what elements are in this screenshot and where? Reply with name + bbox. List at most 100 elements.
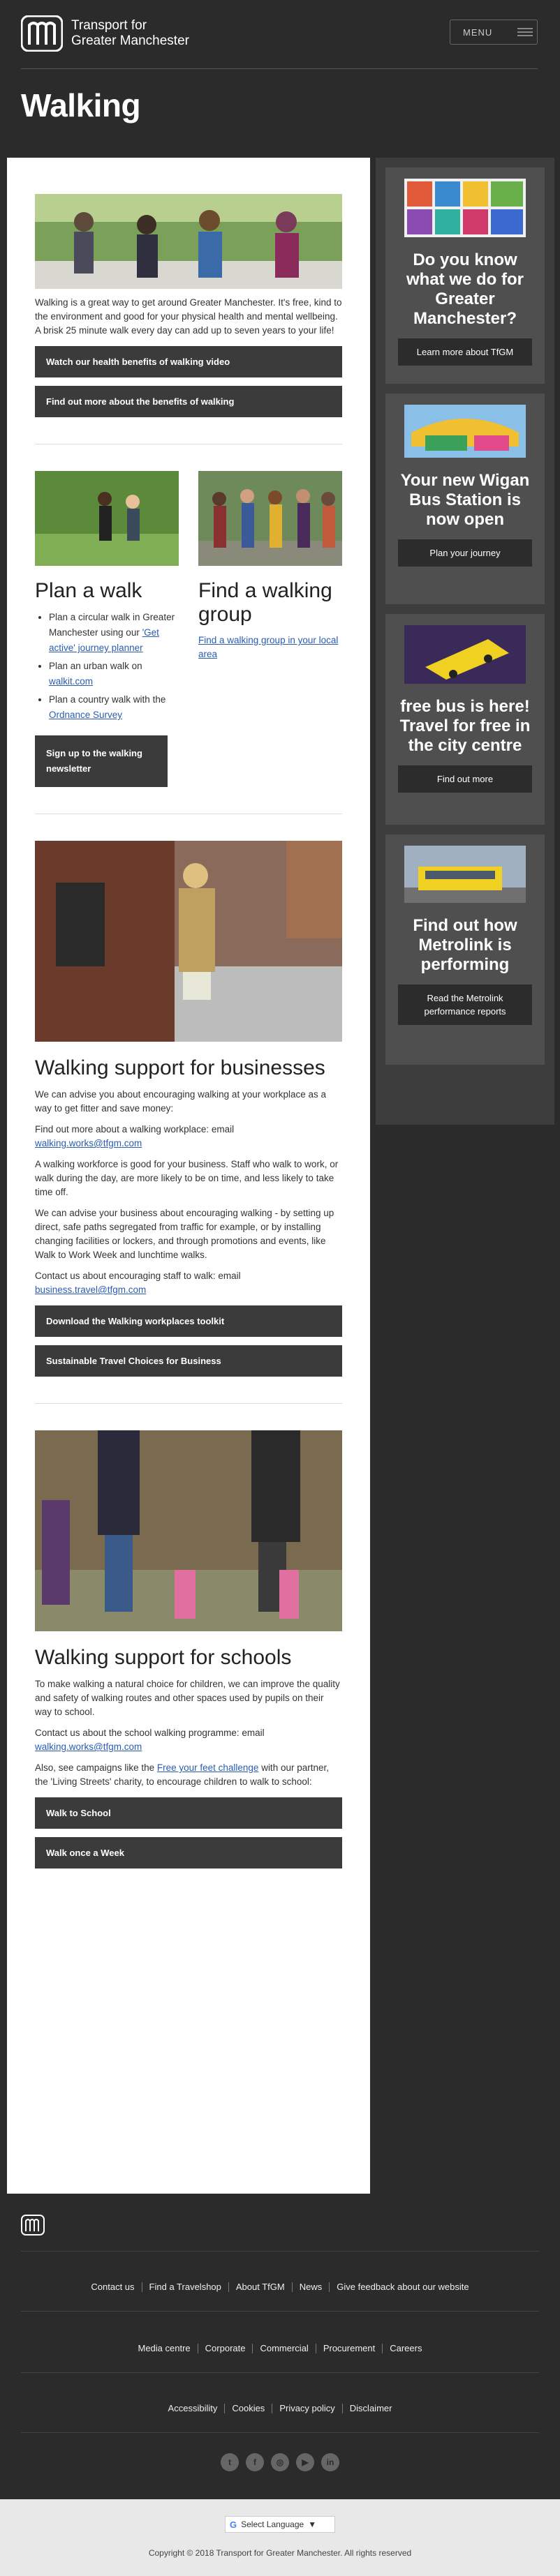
footer-divider [21, 2432, 539, 2433]
menu-button[interactable]: MENU [450, 20, 538, 45]
learn-more-tfgm-button[interactable]: Learn more about TfGM [398, 338, 532, 366]
footer-links-row-2: Media centre Corporate Commercial Procur… [0, 2343, 560, 2353]
business-paragraph: We can advise you about encouraging walk… [35, 1089, 326, 1114]
business-walker-image [35, 841, 342, 1042]
workplaces-toolkit-button[interactable]: Download the Walking workplaces toolkit [35, 1305, 342, 1337]
free-your-feet-link[interactable]: Free your feet challenge [157, 1762, 259, 1773]
paragraph-text: Find out more about a walking workplace:… [35, 1124, 235, 1135]
twitter-icon[interactable]: t [221, 2453, 239, 2471]
instagram-icon[interactable]: ◎ [271, 2453, 289, 2471]
schools-paragraph: Contact us about the school walking prog… [35, 1726, 342, 1754]
list-item: Plan a circular walk in Greater Manchest… [49, 610, 179, 656]
social-links: t f ◎ ▶ in [0, 2453, 560, 2471]
brand-name: Transport for Greater Manchester [71, 18, 189, 49]
footer-link-privacy[interactable]: Privacy policy [272, 2403, 341, 2413]
brand-line-1: Transport for [71, 18, 147, 33]
walk-once-a-week-button[interactable]: Walk once a Week [35, 1837, 342, 1869]
free-bus-image [404, 625, 526, 684]
footer-link-corporate[interactable]: Corporate [198, 2343, 253, 2353]
plan-your-journey-button[interactable]: Plan your journey [398, 539, 532, 567]
footer-link-feedback[interactable]: Give feedback about our website [330, 2282, 476, 2292]
plan-group-columns: Plan a walk Plan a circular walk in Grea… [35, 471, 342, 787]
schools-email-link[interactable]: walking.works@tfgm.com [35, 1742, 142, 1752]
walking-group-link[interactable]: Find a walking group in your local area [198, 635, 338, 659]
hamburger-icon [517, 28, 533, 36]
promo-card: Do you know what we do for Greater Manch… [385, 167, 545, 384]
business-paragraph: A walking workforce is good for your bus… [35, 1159, 339, 1197]
footer-divider [21, 2311, 539, 2312]
footer-divider [21, 2372, 539, 2373]
paragraph-text: Also, see campaigns like the [35, 1762, 157, 1773]
youtube-icon[interactable]: ▶ [296, 2453, 314, 2471]
tfgm-promo-image [404, 179, 526, 237]
promo-title: Your new Wigan Bus Station is now open [400, 471, 530, 529]
footer-link-commercial[interactable]: Commercial [253, 2343, 315, 2353]
header-divider [21, 68, 538, 69]
walkers-park-image [35, 194, 342, 289]
walking-group-image [198, 471, 342, 566]
language-select[interactable]: G Select Language ▼ [225, 2516, 335, 2533]
menu-label: MENU [463, 27, 493, 38]
footer-link-procurement[interactable]: Procurement [316, 2343, 382, 2353]
promo-card: free bus is here! Travel for free in the… [385, 614, 545, 825]
wigan-bus-station-image [404, 405, 526, 458]
paragraph-text: Contact us about the school walking prog… [35, 1728, 265, 1738]
footer-link-media[interactable]: Media centre [131, 2343, 198, 2353]
find-out-more-button[interactable]: Find out more [398, 765, 532, 793]
footer-link-careers[interactable]: Careers [383, 2343, 429, 2353]
tfgm-footer-logo-icon[interactable] [21, 2215, 45, 2236]
promo-title: Find out how Metrolink is performing [413, 916, 517, 974]
plan-walk-column: Plan a walk Plan a circular walk in Grea… [35, 471, 179, 787]
tfgm-logo-icon [21, 15, 63, 52]
plan-walk-title: Plan a walk [35, 579, 142, 602]
sustainable-travel-button[interactable]: Sustainable Travel Choices for Business [35, 1345, 342, 1377]
walking-works-email-link[interactable]: walking.works@tfgm.com [35, 1138, 142, 1148]
paragraph-text: Contact us about encouraging staff to wa… [35, 1271, 241, 1281]
footer-link-travelshop[interactable]: Find a Travelshop [142, 2282, 228, 2292]
tfgm-logo[interactable]: Transport for Greater Manchester [21, 15, 189, 52]
linkedin-icon[interactable]: in [321, 2453, 339, 2471]
footer-links-row-1: Contact us Find a Travelshop About TfGM … [0, 2282, 560, 2292]
site-header: Transport for Greater Manchester MENU Wa… [0, 0, 560, 145]
copyright-text: Copyright © 2018 Transport for Greater M… [148, 2548, 412, 2558]
walking-group-column: Find a walking group Find a walking grou… [198, 471, 342, 787]
walk-to-school-button[interactable]: Walk to School [35, 1797, 342, 1829]
schools-section-title: Walking support for schools [35, 1646, 292, 1669]
plan-walk-image [35, 471, 179, 566]
metrolink-reports-button[interactable]: Read the Metrolink performance reports [398, 984, 532, 1025]
footer-links-row-3: Accessibility Cookies Privacy policy Dis… [0, 2403, 560, 2413]
walkit-link[interactable]: walkit.com [49, 676, 93, 687]
ordnance-survey-link[interactable]: Ordnance Survey [49, 710, 122, 720]
footer-link-cookies[interactable]: Cookies [225, 2403, 272, 2413]
footer-link-about[interactable]: About TfGM [229, 2282, 292, 2292]
plan-walk-list: Plan a circular walk in Greater Manchest… [49, 610, 179, 723]
list-text: Plan a country walk with the [49, 694, 166, 705]
list-item: Plan an urban walk on walkit.com [49, 659, 179, 689]
business-paragraph: Contact us about encouraging staff to wa… [35, 1269, 342, 1297]
footer-link-disclaimer[interactable]: Disclaimer [343, 2403, 399, 2413]
metrolink-tram-image [404, 846, 526, 903]
newsletter-button[interactable]: Sign up to the walking newsletter [35, 735, 168, 787]
health-video-button[interactable]: Watch our health benefits of walking vid… [35, 346, 342, 377]
language-label: Select Language [241, 2519, 304, 2529]
footer-link-news[interactable]: News [293, 2282, 330, 2292]
site-footer: Contact us Find a Travelshop About TfGM … [0, 2199, 560, 2499]
schools-walkers-image [35, 1430, 342, 1631]
footer-link-contact[interactable]: Contact us [84, 2282, 141, 2292]
business-paragraph: Find out more about a walking workplace:… [35, 1123, 342, 1151]
sidebar: Do you know what we do for Greater Manch… [376, 158, 554, 1125]
business-section-title: Walking support for businesses [35, 1056, 325, 1079]
footer-link-accessibility[interactable]: Accessibility [161, 2403, 225, 2413]
promo-title: Do you know what we do for Greater Manch… [406, 250, 524, 328]
brand-line-2: Greater Manchester [71, 33, 189, 48]
promo-title: free bus is here! Travel for free in the… [399, 697, 531, 755]
chevron-down-icon: ▼ [308, 2519, 317, 2529]
business-travel-email-link[interactable]: business.travel@tfgm.com [35, 1285, 146, 1295]
business-paragraph: We can advise your business about encour… [35, 1208, 334, 1260]
walking-group-title: Find a walking group [198, 579, 332, 626]
intro-text: Walking is a great way to get around Gre… [35, 297, 342, 336]
facebook-icon[interactable]: f [246, 2453, 264, 2471]
benefits-button[interactable]: Find out more about the benefits of walk… [35, 386, 342, 417]
schools-paragraph: Also, see campaigns like the Free your f… [35, 1761, 342, 1789]
promo-card: Find out how Metrolink is performing Rea… [385, 834, 545, 1065]
